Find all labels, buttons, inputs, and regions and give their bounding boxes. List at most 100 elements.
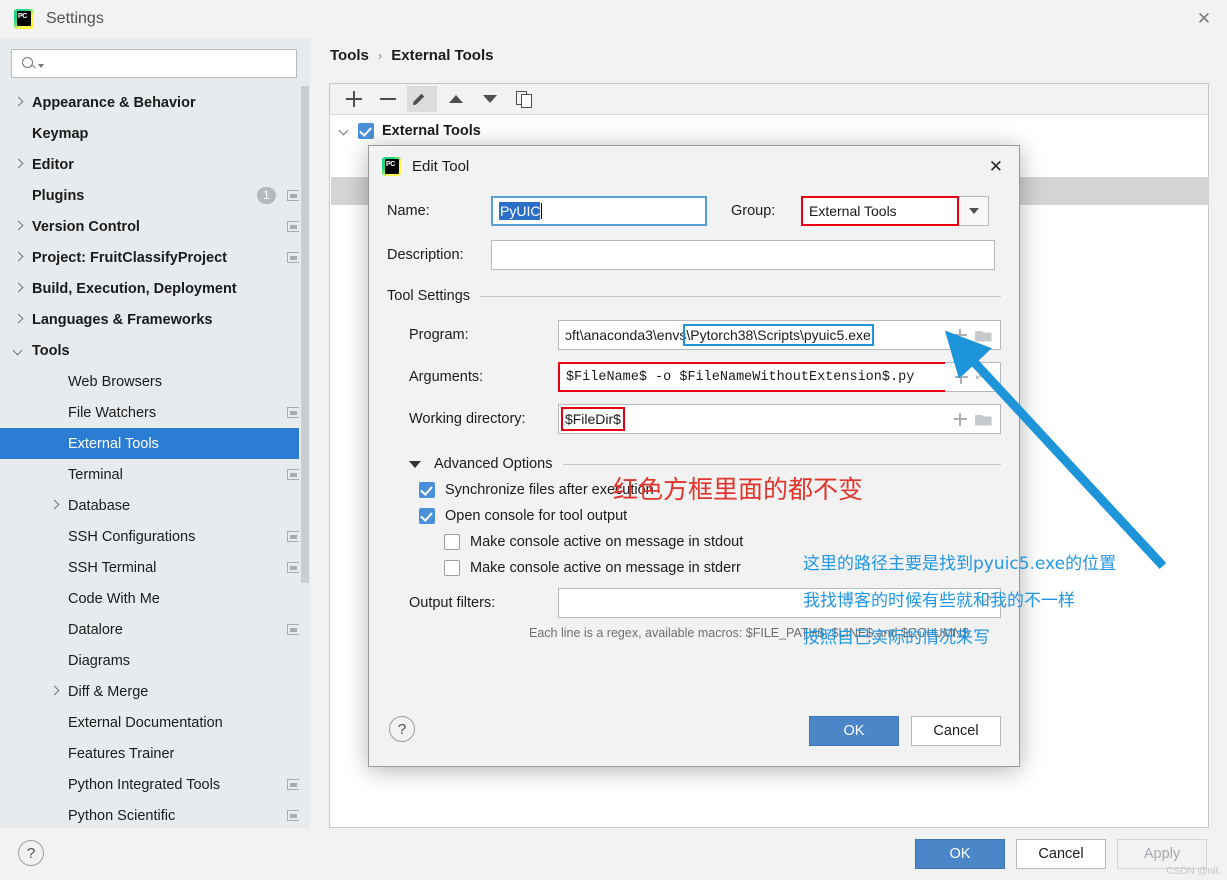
folder-icon[interactable] (975, 329, 992, 342)
sidebar-item-python-integrated-tools[interactable]: Python Integrated Tools (0, 769, 310, 800)
sidebar-item-label: Keymap (32, 125, 89, 142)
search-box[interactable] (11, 49, 297, 78)
group-dropdown-button[interactable] (959, 196, 989, 226)
sidebar-item-label: SSH Terminal (68, 559, 157, 576)
move-up-button[interactable] (441, 86, 471, 112)
dialog-titlebar: Edit Tool ✕ (369, 146, 1019, 186)
sidebar-item-diff-merge[interactable]: Diff & Merge (0, 676, 310, 707)
dialog-close-icon[interactable]: ✕ (989, 157, 1003, 177)
sidebar-item-ssh-terminal[interactable]: SSH Terminal (0, 552, 310, 583)
add-tool-button[interactable] (339, 86, 369, 112)
checkbox-make-console-active-on-message-in-stdout[interactable] (444, 534, 460, 550)
option-row[interactable]: Make console active on message in stdout (387, 534, 1001, 550)
dialog-help-button[interactable]: ? (389, 716, 415, 742)
sidebar-item-database[interactable]: Database (0, 490, 310, 521)
sidebar-item-file-watchers[interactable]: File Watchers (0, 397, 310, 428)
sidebar-item-build-execution-deployment[interactable]: Build, Execution, Deployment (0, 273, 310, 304)
sidebar-item-web-browsers[interactable]: Web Browsers (0, 366, 310, 397)
arrow-up-icon (449, 95, 463, 103)
chevron-right-icon[interactable] (12, 282, 26, 296)
sidebar-item-tools[interactable]: Tools (0, 335, 310, 366)
sidebar-item-appearance-behavior[interactable]: Appearance & Behavior (0, 87, 310, 118)
collapse-triangle-icon[interactable] (409, 460, 421, 468)
working-directory-browse-group[interactable] (945, 404, 1001, 434)
sidebar-item-plugins[interactable]: Plugins 1 (0, 180, 310, 211)
chevron-right-icon[interactable] (12, 96, 26, 110)
folder-icon[interactable] (975, 413, 992, 426)
chevron-right-icon[interactable] (12, 158, 26, 172)
window-titlebar: Settings ✕ (0, 0, 1227, 38)
copy-tool-button[interactable] (509, 86, 539, 112)
dialog-ok-button[interactable]: OK (809, 716, 899, 746)
option-row[interactable]: Open console for tool output (387, 508, 1001, 524)
checkbox-make-console-active-on-message-in-stderr[interactable] (444, 560, 460, 576)
sidebar-item-keymap[interactable]: Keymap (0, 118, 310, 149)
sidebar-item-external-documentation[interactable]: External Documentation (0, 707, 310, 738)
group-input-value: External Tools (809, 203, 897, 219)
sidebar-item-external-tools[interactable]: External Tools (0, 428, 310, 459)
sidebar-item-languages-frameworks[interactable]: Languages & Frameworks (0, 304, 310, 335)
window-title: Settings (46, 10, 104, 27)
dialog-title: Edit Tool (412, 157, 470, 175)
settings-ok-button[interactable]: OK (915, 839, 1005, 869)
checkbox-open-console-for-tool-output[interactable] (419, 508, 435, 524)
edit-tool-button[interactable] (407, 86, 437, 112)
insert-macro-icon[interactable] (953, 412, 967, 426)
sidebar-scrollbar-track[interactable] (299, 38, 310, 828)
checkbox-label: Make console active on message in stderr (470, 560, 741, 576)
sidebar-item-label: Tools (32, 342, 70, 359)
sidebar-scrollbar-thumb[interactable] (300, 86, 309, 583)
chevron-right-icon[interactable] (48, 685, 62, 699)
sidebar-item-version-control[interactable]: Version Control (0, 211, 310, 242)
dialog-cancel-button[interactable]: Cancel (911, 716, 1001, 746)
chevron-right-icon[interactable] (12, 251, 26, 265)
sidebar-item-diagrams[interactable]: Diagrams (0, 645, 310, 676)
sidebar-item-label: File Watchers (68, 404, 157, 421)
chevron-right-icon[interactable] (12, 220, 26, 234)
name-input-value: PyUIC (499, 202, 541, 220)
move-down-button[interactable] (475, 86, 505, 112)
expand-editor-icon[interactable] (975, 365, 991, 385)
program-browse-group[interactable] (945, 320, 1002, 350)
insert-macro-icon[interactable] (953, 328, 967, 342)
tools-group-checkbox[interactable] (358, 122, 374, 139)
chevron-right-icon[interactable] (12, 313, 26, 327)
chevron-down-icon[interactable] (338, 124, 352, 138)
description-input[interactable] (491, 240, 995, 270)
settings-help-button[interactable]: ? (18, 840, 44, 866)
sidebar-item-ssh-configurations[interactable]: SSH Configurations (0, 521, 310, 552)
sidebar-item-label: SSH Configurations (68, 528, 196, 545)
sidebar-item-label: Code With Me (68, 590, 160, 607)
sidebar-item-datalore[interactable]: Datalore (0, 614, 310, 645)
group-input[interactable]: External Tools (801, 196, 959, 226)
name-input[interactable]: PyUIC (491, 196, 707, 226)
sidebar-item-project-fruitclassifyproject[interactable]: Project: FruitClassifyProject (0, 242, 310, 273)
sidebar-item-terminal[interactable]: Terminal (0, 459, 310, 490)
program-input[interactable]: ɔft\anaconda3\envs \Pytorch38\Scripts\pyu… (557, 320, 946, 350)
output-filters-label: Output filters: (409, 595, 496, 611)
search-input[interactable] (44, 56, 296, 71)
chevron-down-icon[interactable] (12, 344, 26, 358)
settings-cancel-button[interactable]: Cancel (1016, 839, 1106, 869)
annotation-blue-line-1: 这里的路径主要是找到pyuic5.exe的位置 (803, 554, 1117, 574)
sidebar-item-code-with-me[interactable]: Code With Me (0, 583, 310, 614)
sidebar-item-features-trainer[interactable]: Features Trainer (0, 738, 310, 769)
arrow-down-icon (483, 95, 497, 103)
breadcrumb-parent[interactable]: Tools (330, 47, 369, 64)
tools-group-row[interactable]: External Tools (330, 115, 1208, 146)
working-directory-input[interactable]: $FileDir$ (557, 404, 946, 434)
insert-macro-icon[interactable] (954, 370, 968, 384)
sidebar-item-editor[interactable]: Editor (0, 149, 310, 180)
remove-tool-button[interactable] (373, 86, 403, 112)
arguments-extra-group[interactable] (945, 362, 1001, 392)
chevron-right-icon[interactable] (48, 499, 62, 513)
arguments-input[interactable]: $FileName$ -o $FileNameWithoutExtension$… (557, 362, 946, 392)
checkbox-synchronize-files-after-execution[interactable] (419, 482, 435, 498)
sidebar-item-python-scientific[interactable]: Python Scientific (0, 800, 310, 828)
window-close-icon[interactable]: ✕ (1181, 0, 1227, 38)
sidebar-item-label: Features Trainer (68, 745, 175, 762)
